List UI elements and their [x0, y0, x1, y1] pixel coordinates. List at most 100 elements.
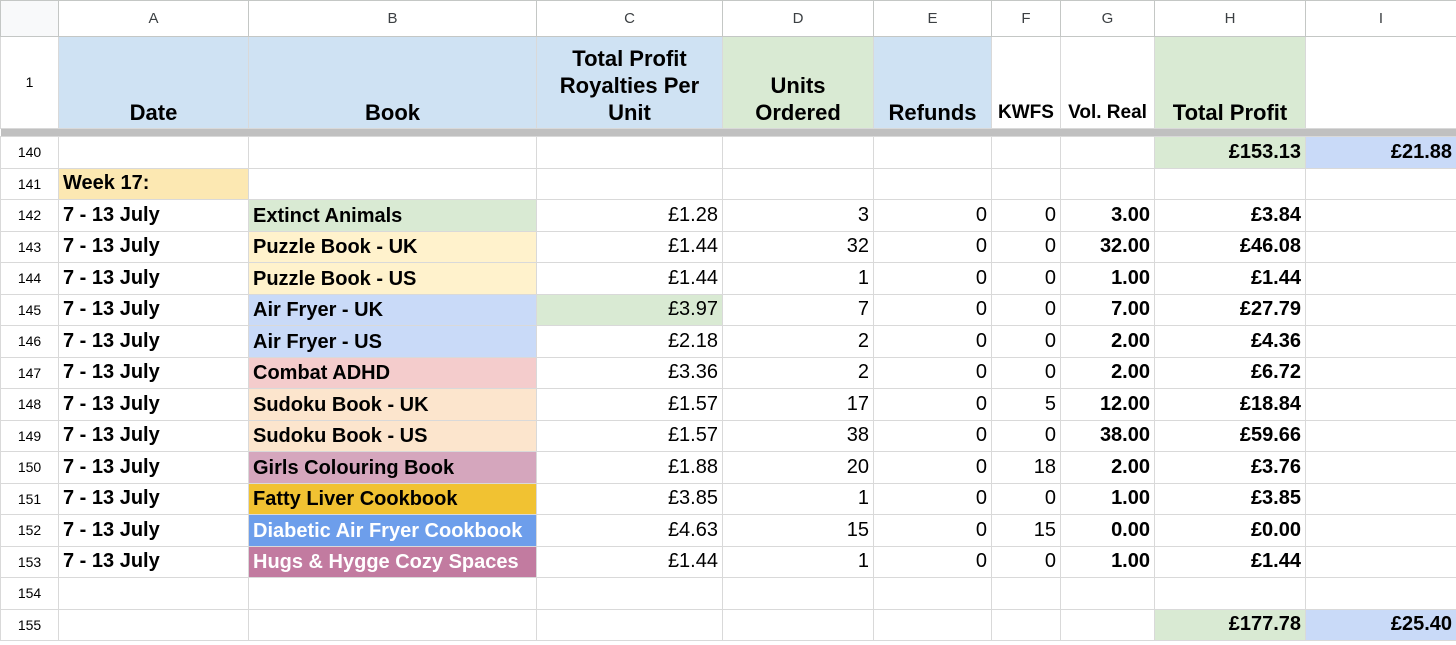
cell[interactable] [536, 608, 723, 641]
cell[interactable] [1305, 325, 1456, 358]
column-header-g[interactable]: G [1060, 0, 1155, 37]
cell-kwfs[interactable]: 5 [991, 388, 1061, 421]
column-header-a[interactable]: A [58, 0, 249, 37]
header-book[interactable]: Book [248, 36, 537, 129]
cell-date[interactable]: 7 - 13 July [58, 230, 249, 263]
cell[interactable] [1060, 608, 1155, 641]
cell[interactable] [1154, 577, 1306, 610]
cell-total-profit[interactable]: £0.00 [1154, 514, 1306, 547]
cell-units-ordered[interactable]: 1 [722, 545, 874, 578]
cell-book[interactable]: Sudoku Book - UK [248, 388, 537, 421]
cell[interactable] [1305, 262, 1456, 295]
row-number[interactable]: 155 [0, 608, 59, 641]
cell[interactable] [248, 577, 537, 610]
cell[interactable] [1305, 514, 1456, 547]
cell-total-profit[interactable]: £1.44 [1154, 545, 1306, 578]
cell-book[interactable]: Girls Colouring Book [248, 451, 537, 484]
cell-royalty[interactable]: £1.57 [536, 419, 723, 452]
header-total-profit[interactable]: Total Profit [1154, 36, 1306, 129]
cell-refunds[interactable]: 0 [873, 230, 992, 263]
cell-total-profit[interactable]: £1.44 [1154, 262, 1306, 295]
cell[interactable] [1305, 293, 1456, 326]
cell[interactable] [248, 136, 537, 169]
cell-royalty[interactable]: £1.57 [536, 388, 723, 421]
cell[interactable] [1305, 577, 1456, 610]
cell[interactable] [991, 577, 1061, 610]
cell-units-ordered[interactable]: 3 [722, 199, 874, 232]
cell[interactable] [1060, 577, 1155, 610]
cell-refunds[interactable]: 0 [873, 514, 992, 547]
cell-units-ordered[interactable]: 1 [722, 262, 874, 295]
row-number[interactable]: 1 [0, 36, 59, 129]
cell[interactable] [58, 608, 249, 641]
cell-book[interactable]: Air Fryer - UK [248, 293, 537, 326]
column-header-b[interactable]: B [248, 0, 537, 37]
cell-refunds[interactable]: 0 [873, 199, 992, 232]
cell[interactable] [1305, 482, 1456, 515]
column-header-e[interactable]: E [873, 0, 992, 37]
cell-kwfs[interactable]: 0 [991, 419, 1061, 452]
cell-royalty[interactable]: £1.44 [536, 230, 723, 263]
cell-royalty[interactable]: £2.18 [536, 325, 723, 358]
row-number[interactable]: 148 [0, 388, 59, 421]
cell-book[interactable]: Puzzle Book - UK [248, 230, 537, 263]
cell[interactable] [722, 608, 874, 641]
cell-vol-real[interactable]: 2.00 [1060, 325, 1155, 358]
column-header-f[interactable]: F [991, 0, 1061, 37]
cell-book[interactable]: Combat ADHD [248, 356, 537, 389]
row-number[interactable]: 152 [0, 514, 59, 547]
cell[interactable] [1305, 356, 1456, 389]
cell[interactable] [873, 608, 992, 641]
cell-units-ordered[interactable]: 32 [722, 230, 874, 263]
cell-kwfs[interactable]: 0 [991, 545, 1061, 578]
column-header-c[interactable]: C [536, 0, 723, 37]
header-date[interactable]: Date [58, 36, 249, 129]
cell-date[interactable]: 7 - 13 July [58, 262, 249, 295]
cell-vol-real[interactable]: 7.00 [1060, 293, 1155, 326]
row-number[interactable]: 140 [0, 136, 59, 169]
cell-units-ordered[interactable]: 2 [722, 356, 874, 389]
cell-vol-real[interactable]: 2.00 [1060, 451, 1155, 484]
cell-refunds[interactable]: 0 [873, 482, 992, 515]
cell-date[interactable]: 7 - 13 July [58, 451, 249, 484]
cell-kwfs[interactable]: 0 [991, 293, 1061, 326]
cell-book[interactable]: Puzzle Book - US [248, 262, 537, 295]
cell-book[interactable]: Air Fryer - US [248, 325, 537, 358]
cell-refunds[interactable]: 0 [873, 293, 992, 326]
cell-book[interactable]: Fatty Liver Cookbook [248, 482, 537, 515]
cell[interactable] [1305, 167, 1456, 200]
cell-units-ordered[interactable]: 1 [722, 482, 874, 515]
cell-vol-real[interactable]: 32.00 [1060, 230, 1155, 263]
cell-refunds[interactable]: 0 [873, 262, 992, 295]
cell-kwfs[interactable]: 18 [991, 451, 1061, 484]
cell-extra-sum[interactable]: £21.88 [1305, 136, 1456, 169]
cell-royalty[interactable]: £4.63 [536, 514, 723, 547]
cell-units-ordered[interactable]: 20 [722, 451, 874, 484]
cell[interactable] [991, 608, 1061, 641]
cell[interactable] [536, 577, 723, 610]
cell-vol-real[interactable]: 1.00 [1060, 545, 1155, 578]
header-empty-cell[interactable] [1305, 36, 1456, 129]
cell-date[interactable]: 7 - 13 July [58, 545, 249, 578]
cell-vol-real[interactable]: 1.00 [1060, 262, 1155, 295]
row-number[interactable]: 150 [0, 451, 59, 484]
column-header-h[interactable]: H [1154, 0, 1306, 37]
cell-week-label[interactable]: Week 17: [58, 167, 249, 200]
column-header-i[interactable]: I [1305, 0, 1456, 37]
cell[interactable] [722, 167, 874, 200]
cell[interactable] [248, 167, 537, 200]
row-number[interactable]: 153 [0, 545, 59, 578]
header-refunds[interactable]: Refunds [873, 36, 992, 129]
cell[interactable] [873, 577, 992, 610]
cell[interactable] [873, 136, 992, 169]
cell-vol-real[interactable]: 1.00 [1060, 482, 1155, 515]
header-vol-real[interactable]: Vol. Real [1060, 36, 1155, 129]
freeze-bar[interactable] [0, 128, 1456, 137]
cell[interactable] [1305, 388, 1456, 421]
cell-royalty[interactable]: £3.97 [536, 293, 723, 326]
cell[interactable] [722, 577, 874, 610]
cell-date[interactable]: 7 - 13 July [58, 482, 249, 515]
cell-units-ordered[interactable]: 15 [722, 514, 874, 547]
cell-vol-real[interactable]: 12.00 [1060, 388, 1155, 421]
cell-units-ordered[interactable]: 17 [722, 388, 874, 421]
